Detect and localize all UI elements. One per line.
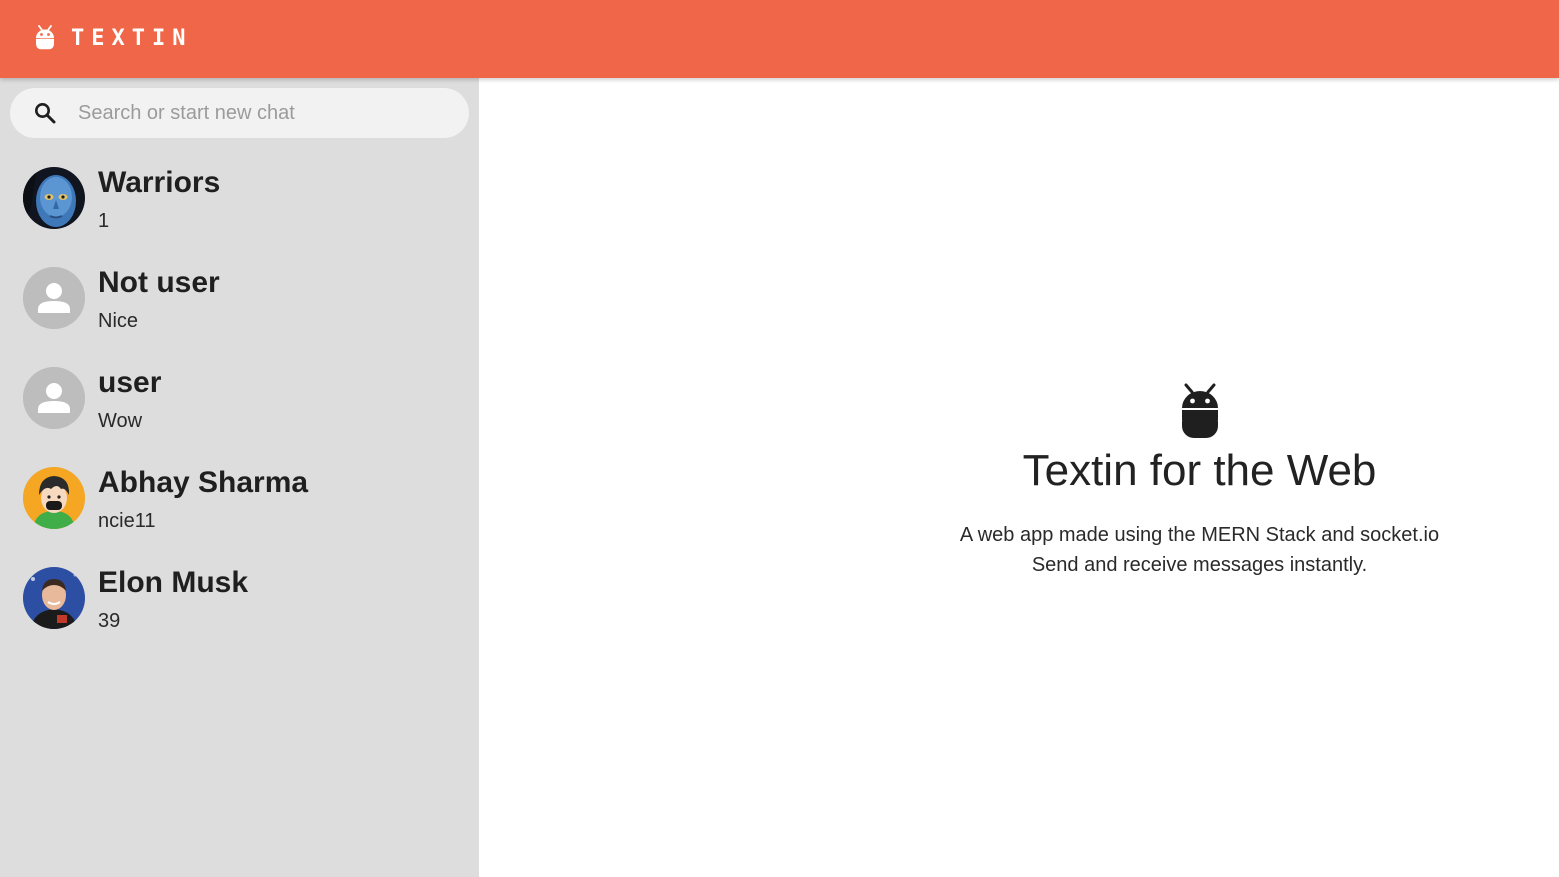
- chat-last-message: 39: [98, 610, 121, 632]
- android-icon: [34, 24, 56, 52]
- default-person-icon: [23, 267, 85, 329]
- welcome-panel: Textin for the Web A web app made using …: [479, 382, 1559, 580]
- chat-item-warriors[interactable]: Warriors 1: [0, 156, 479, 256]
- chat-name: Warriors: [98, 166, 221, 199]
- sidebar: Warriors 1 Not user Nice: [0, 78, 479, 877]
- chat-name: Not user: [98, 266, 220, 299]
- default-person-icon: [23, 367, 85, 429]
- android-icon: [479, 382, 1559, 440]
- main-panel: Textin for the Web A web app made using …: [479, 78, 1559, 877]
- avatar: [23, 567, 85, 629]
- avatar: [23, 467, 85, 529]
- welcome-line-1: A web app made using the MERN Stack and …: [959, 524, 1440, 546]
- brand-name: TEXTIN: [71, 25, 193, 51]
- chat-name: Abhay Sharma: [98, 466, 309, 499]
- chat-last-message: Wow: [98, 410, 143, 432]
- chat-item-elon-musk[interactable]: Elon Musk 39: [0, 556, 479, 656]
- chat-item-not-user[interactable]: Not user Nice: [0, 256, 479, 356]
- chat-last-message: ncie11: [98, 510, 156, 532]
- avatar: [23, 167, 85, 229]
- chat-name: Elon Musk: [98, 566, 249, 599]
- chat-name: user: [98, 366, 162, 399]
- chat-last-message: Nice: [98, 310, 139, 332]
- brand[interactable]: TEXTIN: [34, 22, 192, 54]
- welcome-title: Textin for the Web: [1022, 446, 1377, 495]
- chat-last-message: 1: [98, 210, 110, 232]
- welcome-description: A web app made using the MERN Stack and …: [479, 520, 1559, 580]
- search-icon: [33, 101, 57, 125]
- chat-item-abhay-sharma[interactable]: Abhay Sharma ncie11: [0, 456, 479, 556]
- top-app-bar: TEXTIN: [0, 0, 1559, 78]
- welcome-line-2: Send and receive messages instantly.: [1031, 554, 1368, 576]
- search-input[interactable]: [78, 88, 458, 138]
- search-bar[interactable]: [10, 88, 469, 138]
- chat-list: Warriors 1 Not user Nice user Wow Abhay …: [0, 156, 479, 656]
- chat-item-user[interactable]: user Wow: [0, 356, 479, 456]
